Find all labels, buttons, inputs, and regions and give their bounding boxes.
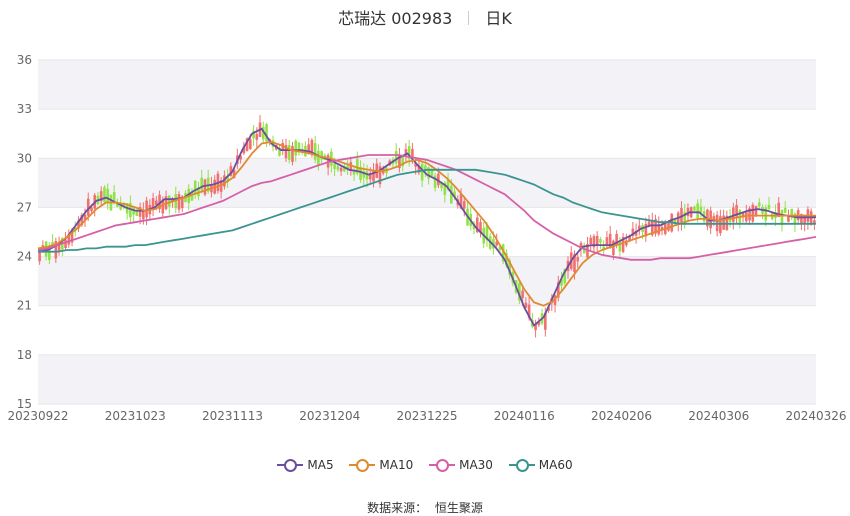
x-tick-label: 20240116 bbox=[494, 409, 555, 423]
legend-swatch-ma5 bbox=[277, 458, 304, 472]
candle-body bbox=[595, 235, 599, 246]
candle-body bbox=[599, 238, 602, 243]
legend-item-ma5[interactable]: MA5 bbox=[277, 458, 334, 472]
legend-label-ma60: MA60 bbox=[538, 458, 573, 472]
x-tick-label: 20240206 bbox=[591, 409, 652, 423]
x-tick-label: 20240326 bbox=[785, 409, 846, 423]
candle-body bbox=[177, 194, 181, 210]
candle-body bbox=[294, 140, 298, 156]
candle-body bbox=[699, 206, 703, 213]
grid-band bbox=[38, 158, 816, 208]
candle-body bbox=[757, 202, 761, 207]
candle-body bbox=[336, 166, 340, 170]
candle-body bbox=[167, 195, 171, 207]
legend-swatch-ma30 bbox=[429, 458, 456, 472]
x-tick-label: 20231225 bbox=[396, 409, 457, 423]
x-tick-label: 20231113 bbox=[202, 409, 263, 423]
y-tick-label: 27 bbox=[17, 200, 32, 214]
candle-body bbox=[203, 179, 207, 195]
legend-label-ma10: MA10 bbox=[379, 458, 414, 472]
y-tick-label: 18 bbox=[17, 348, 32, 362]
candle-body bbox=[767, 204, 771, 210]
legend-label-ma5: MA5 bbox=[307, 458, 334, 472]
candle-body bbox=[106, 188, 109, 203]
candle-body bbox=[780, 209, 784, 226]
candle-body bbox=[287, 145, 291, 160]
grid-band bbox=[38, 60, 816, 110]
x-tick-label: 20240306 bbox=[688, 409, 749, 423]
candle-body bbox=[317, 150, 320, 166]
x-tick-label: 20230922 bbox=[7, 409, 68, 423]
candle-body bbox=[521, 290, 524, 299]
candle-body bbox=[693, 206, 696, 211]
legend-item-ma60[interactable]: MA60 bbox=[508, 458, 573, 472]
candle-body bbox=[576, 257, 580, 262]
x-tick-label: 20231023 bbox=[105, 409, 166, 423]
legend-swatch-ma60 bbox=[508, 458, 535, 472]
candle-body bbox=[255, 134, 259, 140]
candle-body bbox=[103, 187, 106, 203]
candle-body bbox=[249, 139, 252, 150]
candle-body bbox=[394, 151, 398, 164]
legend: MA5 MA10 MA30 MA60 bbox=[0, 458, 850, 475]
candle-body bbox=[333, 163, 336, 169]
y-tick-label: 21 bbox=[17, 299, 32, 313]
y-tick-label: 33 bbox=[17, 102, 32, 116]
candle-body bbox=[135, 211, 139, 216]
x-tick-label: 20231204 bbox=[299, 409, 360, 423]
candle-body bbox=[696, 203, 699, 219]
candle-body bbox=[751, 204, 755, 222]
source-value: 恒生聚源 bbox=[434, 501, 483, 515]
grid-band bbox=[38, 354, 816, 404]
data-source: 数据来源： 恒生聚源 bbox=[0, 499, 850, 516]
candle-body bbox=[783, 208, 787, 213]
legend-item-ma30[interactable]: MA30 bbox=[429, 458, 493, 472]
legend-item-ma10[interactable]: MA10 bbox=[349, 458, 413, 472]
candle-body bbox=[64, 239, 67, 248]
candle-body bbox=[790, 208, 793, 216]
y-tick-label: 36 bbox=[17, 53, 32, 67]
candle-body bbox=[430, 170, 434, 176]
legend-label-ma30: MA30 bbox=[459, 458, 493, 472]
grid-band bbox=[38, 256, 816, 306]
candle-body bbox=[291, 145, 294, 162]
candle-body bbox=[589, 237, 593, 245]
y-tick-label: 24 bbox=[17, 250, 32, 264]
candle-body bbox=[313, 143, 317, 160]
candle-body bbox=[339, 167, 343, 172]
chart-canvas: 151821242730333620230922 20231023 20231113… bbox=[7, 53, 846, 423]
stock-chart: 芯瑞达 002983 日K 15 18 21 24 27 30 33 36 20230922 202… bbox=[0, 0, 850, 516]
source-label: 数据来源： bbox=[367, 501, 428, 515]
candle-body bbox=[754, 205, 758, 216]
candle-body bbox=[462, 201, 466, 209]
legend-swatch-ma10 bbox=[349, 458, 376, 472]
candle-body bbox=[420, 163, 424, 181]
y-tick-label: 30 bbox=[17, 151, 32, 165]
